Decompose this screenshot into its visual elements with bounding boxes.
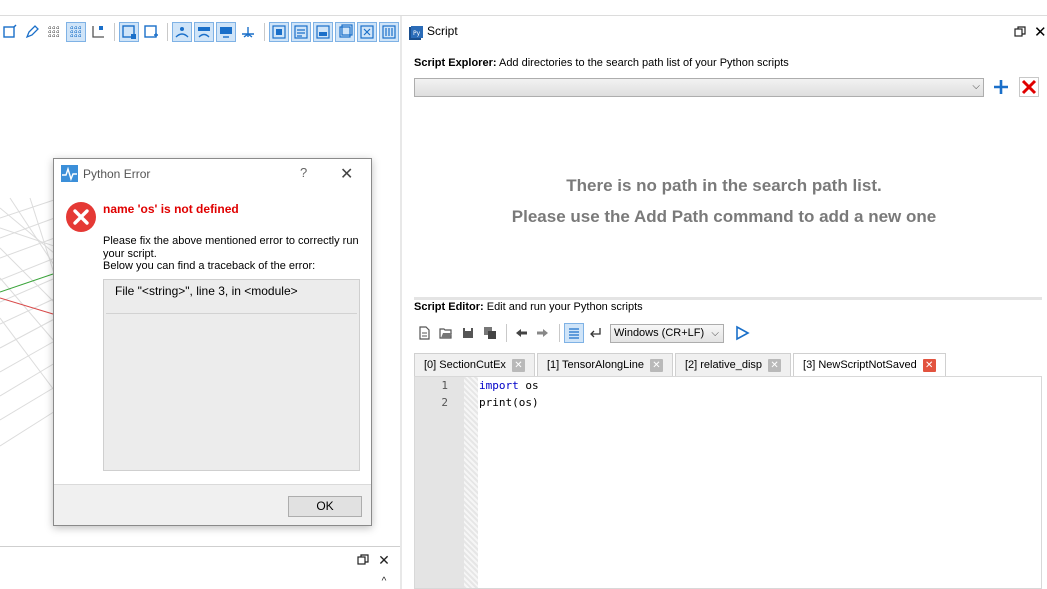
dialog-instructions: Please fix the above mentioned error to … — [103, 235, 365, 273]
chevron-down-icon: ⌵ — [711, 327, 719, 339]
toolbar-separator — [167, 23, 168, 41]
save-icon[interactable] — [458, 323, 478, 343]
tab-close-icon[interactable]: ✕ — [922, 358, 936, 372]
tab-label: [3] NewScriptNotSaved — [803, 359, 917, 371]
line-number: 2 — [441, 396, 448, 409]
tab-close-icon[interactable]: ✕ — [511, 358, 525, 372]
empty-path-message-2: Please use the Add Path command to add a… — [511, 207, 937, 226]
tab-label: [2] relative_disp — [684, 359, 763, 371]
explorer-editor-splitter[interactable] — [414, 297, 1042, 300]
help-button[interactable]: ? — [300, 165, 307, 180]
open-file-icon[interactable] — [436, 323, 456, 343]
float-icon[interactable] — [356, 554, 370, 568]
pen-icon[interactable] — [22, 22, 42, 42]
tab-section-cut-ex[interactable]: [0] SectionCutEx ✕ — [414, 353, 535, 376]
dialog-title: Python Error — [83, 167, 151, 181]
tab-relative-disp[interactable]: [2] relative_disp ✕ — [674, 353, 792, 376]
app-logo-icon — [61, 165, 78, 182]
line-number: 1 — [441, 379, 448, 392]
layer-3-icon[interactable] — [313, 22, 333, 42]
editor-toolbar: Windows (CR+LF) ⌵ — [414, 322, 754, 344]
word-wrap-icon[interactable] — [564, 323, 584, 343]
remove-path-button[interactable] — [1019, 77, 1039, 97]
line-ending-value: Windows (CR+LF) — [614, 326, 705, 339]
toolbar-separator — [114, 23, 115, 41]
close-icon[interactable]: ✕ — [377, 553, 391, 567]
person-view-icon[interactable] — [172, 22, 192, 42]
script-editor-label: Script Editor: Edit and run your Python … — [414, 301, 643, 313]
script-panel-icon: Py — [409, 26, 423, 40]
traceback-box[interactable]: File "<string>", line 3, in <module> — [103, 279, 360, 471]
code-text: os — [518, 379, 539, 392]
dialog-close-button[interactable]: ✕ — [340, 164, 353, 184]
tab-label: [1] TensorAlongLine — [546, 359, 644, 371]
fold-margin — [464, 377, 478, 588]
layer-4-icon[interactable] — [335, 22, 355, 42]
select-box-plus-icon[interactable] — [141, 22, 161, 42]
traceback-line: File "<string>", line 3, in <module> — [115, 284, 298, 298]
grid-active-icon[interactable] — [66, 22, 86, 42]
script-explorer-title: Script Explorer: — [414, 57, 497, 69]
code-line: import os — [479, 379, 539, 392]
code-editor[interactable]: 1 2 import os print(os) — [414, 376, 1042, 589]
line-ending-icon[interactable] — [586, 323, 606, 343]
script-tabs: [0] SectionCutEx ✕ [1] TensorAlongLine ✕… — [414, 353, 948, 376]
person-view-2-icon[interactable] — [194, 22, 214, 42]
grid-icon[interactable] — [44, 22, 64, 42]
add-path-button[interactable] — [991, 77, 1011, 97]
instruction-line-1: Please fix the above mentioned error to … — [103, 235, 359, 260]
code-keyword: import — [479, 379, 519, 392]
layer-5-icon[interactable] — [357, 22, 377, 42]
script-editor-title: Script Editor: — [414, 301, 484, 313]
code-text: print(os) — [479, 396, 539, 409]
tab-close-icon[interactable]: ✕ — [768, 358, 782, 372]
close-icon[interactable]: ✕ — [1034, 23, 1047, 41]
bottom-dock-panel: ✕ ^ — [0, 546, 400, 589]
person-view-4-icon[interactable] — [238, 22, 258, 42]
select-box-icon[interactable] — [119, 22, 139, 42]
float-icon[interactable] — [1014, 26, 1026, 41]
dialog-footer: OK — [54, 484, 371, 525]
view-front-icon[interactable] — [0, 22, 20, 42]
chevron-down-icon: ⌵ — [972, 81, 980, 92]
script-editor-description: Edit and run your Python scripts — [483, 301, 643, 313]
panel-title: Script — [427, 24, 458, 38]
run-script-icon[interactable] — [732, 323, 752, 343]
save-all-icon[interactable] — [480, 323, 500, 343]
script-panel: Py Script ✕ Script Explorer: Add directo… — [402, 16, 1047, 589]
script-explorer-label: Script Explorer: Add directories to the … — [414, 57, 789, 69]
grid-axes-icon[interactable] — [88, 22, 108, 42]
dialog-title-bar[interactable]: Python Error ? ✕ — [54, 159, 371, 189]
error-message: name 'os' is not defined — [103, 202, 239, 216]
arrow-right-icon[interactable] — [533, 323, 553, 343]
tab-label: [0] SectionCutEx — [424, 359, 506, 371]
person-view-3-icon[interactable] — [216, 22, 236, 42]
svg-text:Py: Py — [413, 30, 421, 37]
tab-close-icon[interactable]: ✕ — [649, 358, 663, 372]
traceback-divider — [106, 313, 357, 314]
new-file-icon[interactable] — [414, 323, 434, 343]
code-line: print(os) — [479, 396, 539, 409]
python-error-dialog: Python Error ? ✕ name 'os' is not define… — [53, 158, 372, 526]
script-explorer-description: Add directories to the search path list … — [496, 57, 789, 69]
toolbar-separator — [506, 324, 507, 342]
chevron-up-icon[interactable]: ^ — [377, 575, 391, 589]
view-toolbar — [0, 20, 401, 44]
instruction-line-2: Below you can find a traceback of the er… — [103, 260, 316, 272]
arrow-left-icon[interactable] — [511, 323, 531, 343]
layer-6-icon[interactable] — [379, 22, 399, 42]
ok-button[interactable]: OK — [288, 496, 362, 517]
tab-tensor-along-line[interactable]: [1] TensorAlongLine ✕ — [536, 353, 673, 376]
app-window: ✕ ^ Python Error ? ✕ name 'os' is not de… — [0, 0, 1047, 589]
layer-1-icon[interactable] — [269, 22, 289, 42]
layer-2-icon[interactable] — [291, 22, 311, 42]
empty-path-message-1: There is no path in the search path list… — [566, 176, 882, 195]
tab-new-script-not-saved[interactable]: [3] NewScriptNotSaved ✕ — [793, 353, 946, 376]
toolbar-separator — [264, 23, 265, 41]
line-ending-select[interactable]: Windows (CR+LF) ⌵ — [610, 323, 724, 343]
search-path-combobox[interactable]: ⌵ — [414, 78, 984, 97]
toolbar-separator — [559, 324, 560, 342]
error-icon — [66, 202, 96, 232]
